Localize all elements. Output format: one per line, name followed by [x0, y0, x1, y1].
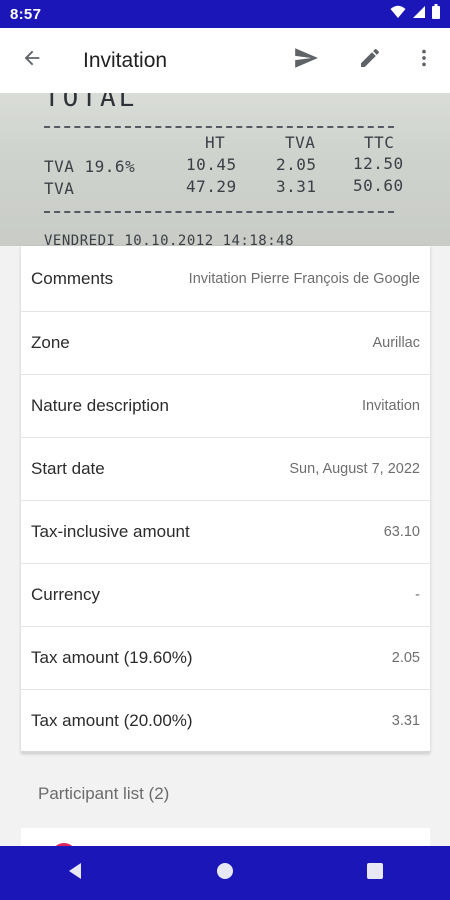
navigation-bar: [0, 846, 450, 900]
participant-list-header: Participant list (2): [38, 784, 170, 803]
detail-row-currency[interactable]: Currency -: [21, 564, 430, 627]
receipt-col-ttc: TTC: [364, 133, 395, 152]
more-options-button[interactable]: [400, 37, 448, 85]
detail-label: Currency: [31, 585, 100, 604]
status-time: 8:57: [10, 5, 42, 23]
edit-button[interactable]: [346, 37, 394, 85]
detail-value: Invitation: [361, 398, 420, 414]
signal-icon: [412, 5, 426, 24]
detail-row-nature[interactable]: Nature description Invitation: [21, 375, 430, 438]
page-title: Invitation: [83, 48, 168, 72]
back-button[interactable]: [8, 37, 56, 85]
more-vert-icon: [413, 47, 435, 74]
receipt-header: TOTAL: [44, 93, 138, 113]
square-recents-icon: [366, 862, 384, 885]
arrow-back-icon: [21, 47, 43, 74]
nav-recents-button[interactable]: [345, 846, 405, 900]
battery-icon: [432, 4, 440, 24]
detail-label: Tax amount (20.00%): [31, 710, 193, 730]
detail-label: Start date: [31, 459, 105, 478]
receipt-col-ht: HT: [205, 133, 226, 152]
detail-row-zone[interactable]: Zone Aurillac: [21, 312, 430, 375]
detail-label: Comments: [31, 268, 114, 288]
send-icon: [293, 45, 319, 76]
detail-label: Tax amount (19.60%): [31, 648, 193, 667]
detail-label: Tax-inclusive amount: [31, 522, 190, 541]
detail-label: Nature description: [31, 396, 169, 415]
receipt-image[interactable]: TOTAL HT TVA TTC TVA 19.6% 10.45 2.05 12…: [0, 93, 450, 246]
detail-label: Zone: [31, 333, 70, 352]
detail-row-tax-inclusive-amount[interactable]: Tax-inclusive amount 63.10: [21, 501, 430, 564]
detail-value: 2.05: [391, 650, 420, 666]
app-bar: Invitation: [0, 28, 450, 93]
detail-value: 63.10: [383, 524, 420, 540]
app-bar-actions: [282, 37, 448, 85]
receipt-row1-label: TVA 19.6%: [44, 157, 136, 176]
nav-back-button[interactable]: [45, 846, 105, 900]
receipt-divider: [44, 126, 394, 128]
send-button[interactable]: [282, 37, 330, 85]
details-card: Comments Invitation Pierre François de G…: [21, 246, 430, 753]
detail-row-tax-amount-1960[interactable]: Tax amount (19.60%) 2.05: [21, 627, 430, 690]
circle-home-icon: [216, 862, 234, 885]
receipt-row2-label: TVA: [44, 179, 75, 198]
detail-value: 3.31: [391, 712, 420, 729]
receipt-row2-ttc: 50.60: [353, 176, 404, 195]
detail-row-tax-amount-2000[interactable]: Tax amount (20.00%) 3.31: [21, 690, 430, 753]
receipt-row1-ht: 10.45: [186, 155, 237, 174]
detail-value: Aurillac: [372, 335, 420, 351]
detail-value: Sun, August 7, 2022: [289, 461, 420, 477]
edit-icon: [358, 46, 382, 75]
receipt-row2-ht: 47.29: [186, 177, 237, 196]
receipt-row1-tva: 2.05: [276, 155, 317, 174]
detail-row-start-date[interactable]: Start date Sun, August 7, 2022: [21, 438, 430, 501]
receipt-row1-ttc: 12.50: [353, 154, 404, 173]
receipt-content: TOTAL HT TVA TTC TVA 19.6% 10.45 2.05 12…: [0, 93, 450, 246]
status-bar: 8:57: [0, 0, 450, 28]
status-icons: [390, 4, 440, 24]
receipt-divider-2: [44, 211, 394, 213]
receipt-row2-tva: 3.31: [276, 177, 317, 196]
receipt-footer: VENDREDI 10.10.2012 14:18:48: [44, 233, 295, 246]
detail-row-comments[interactable]: Comments Invitation Pierre François de G…: [21, 246, 430, 312]
detail-value: -: [415, 587, 420, 603]
detail-value: Invitation Pierre François de Google: [188, 270, 420, 287]
wifi-icon: [390, 5, 406, 24]
nav-home-button[interactable]: [195, 846, 255, 900]
triangle-back-icon: [66, 862, 84, 885]
receipt-col-tva: TVA: [285, 133, 316, 152]
screen: 8:57 Invitation TOTAL HT TVA TTC TVA 19.…: [0, 0, 450, 900]
